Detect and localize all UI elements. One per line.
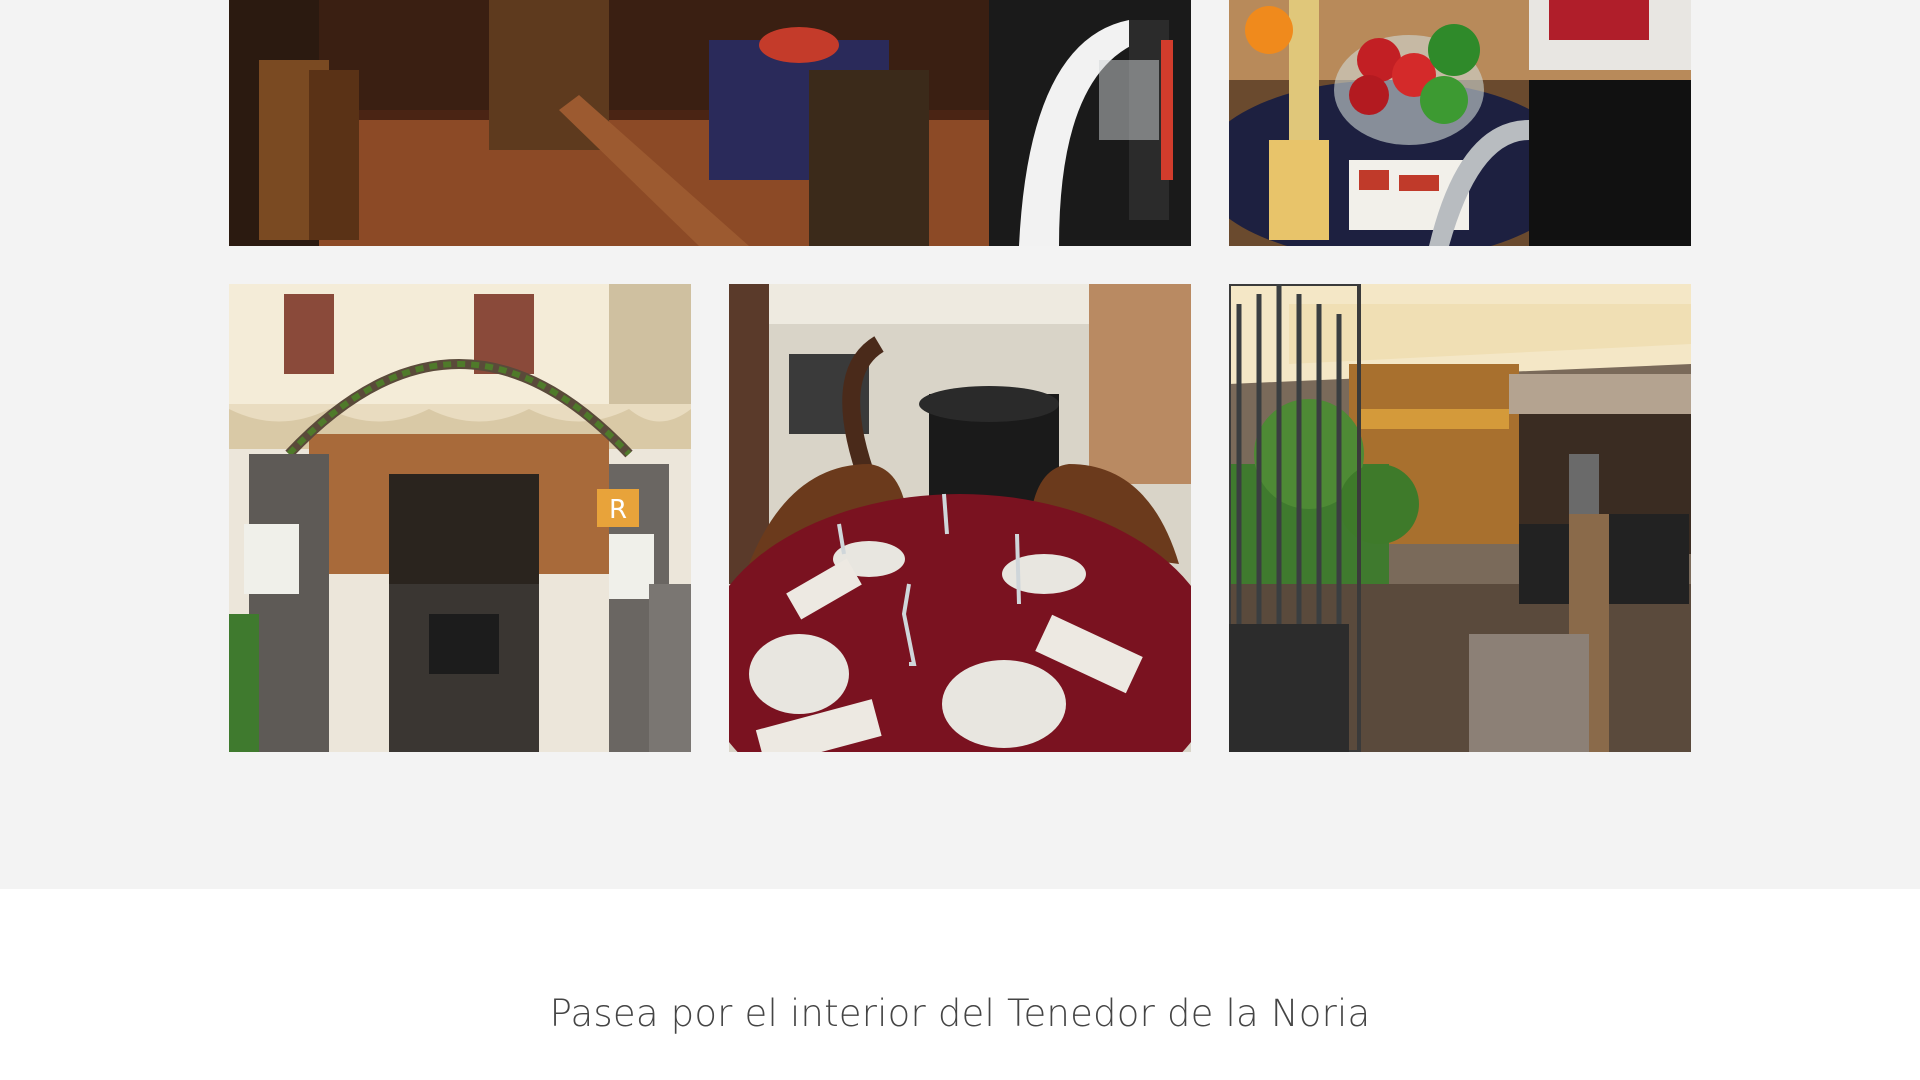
table-peppers-pasta-photo[interactable] xyxy=(1229,0,1691,246)
restaurant-interior-bar-photo[interactable] xyxy=(229,0,1191,246)
caption-section: Pasea por el interior del Tenedor de la … xyxy=(0,889,1920,1080)
set-table-photo[interactable] xyxy=(729,284,1191,752)
gallery-caption: Pasea por el interior del Tenedor de la … xyxy=(549,992,1371,1035)
svg-text:R: R xyxy=(609,495,627,525)
entrance-arch-photo[interactable]: R xyxy=(229,284,691,752)
terrace-photo[interactable] xyxy=(1229,284,1691,752)
photo-gallery: R xyxy=(0,0,1920,889)
